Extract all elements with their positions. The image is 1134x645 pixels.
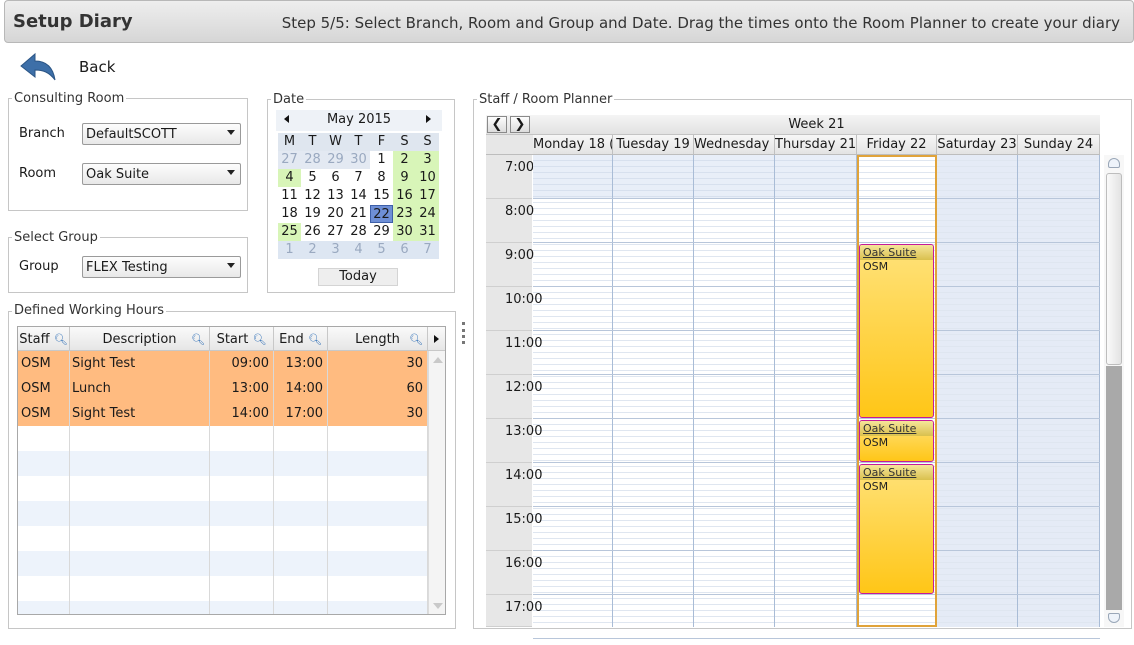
day-header[interactable]: Thursday 21	[775, 135, 857, 155]
time-label: 7:00	[486, 155, 534, 199]
time-label: 13:00	[486, 419, 542, 463]
hour-divider	[533, 506, 1100, 507]
planner-grid: Monday 18 (MTuesday 19Wednesday 2Thursda…	[0, 0, 1134, 645]
off-hours-band	[694, 155, 774, 198]
hour-divider	[533, 594, 1100, 595]
day-column[interactable]	[775, 155, 857, 627]
time-label: 10:00	[486, 287, 542, 331]
day-column[interactable]	[937, 155, 1018, 627]
time-label: 17:00	[486, 595, 542, 627]
day-column[interactable]	[613, 155, 694, 627]
hour-divider	[533, 462, 1100, 463]
hour-divider	[533, 418, 1100, 419]
planner-scrollbar[interactable]	[1104, 155, 1124, 627]
appointment-title: Oak Suite	[860, 245, 933, 260]
hour-divider	[533, 550, 1100, 551]
scrollbar-thumb[interactable]	[1106, 173, 1122, 365]
scrollbar-track[interactable]	[1106, 366, 1122, 610]
time-label: 11:00	[486, 331, 542, 375]
time-label: 15:00	[486, 507, 542, 551]
hour-divider	[533, 286, 1100, 287]
off-hours-band	[533, 155, 612, 198]
day-header[interactable]: Friday 22	[857, 135, 937, 155]
appointment-staff: OSM	[863, 260, 889, 273]
day-header[interactable]: Saturday 23	[937, 135, 1018, 155]
time-label: 12:00	[486, 375, 542, 419]
day-header[interactable]: Tuesday 19	[613, 135, 694, 155]
day-header[interactable]: Wednesday 2	[694, 135, 775, 155]
hour-divider	[533, 638, 1100, 639]
off-hours-band	[775, 155, 856, 198]
appointment-staff: OSM	[863, 436, 889, 449]
day-column[interactable]	[694, 155, 775, 627]
appointment-block[interactable]: Oak Suite OSM	[859, 464, 934, 594]
appointment-block[interactable]: Oak Suite OSM	[859, 244, 934, 418]
day-column[interactable]	[1018, 155, 1100, 627]
hour-divider	[533, 198, 1100, 199]
hour-divider	[533, 330, 1100, 331]
time-label: 16:00	[486, 551, 542, 595]
hour-divider	[533, 242, 1100, 243]
day-column[interactable]	[533, 155, 613, 627]
day-header[interactable]: Monday 18 (M	[533, 135, 613, 155]
appointment-title: Oak Suite	[860, 421, 933, 436]
time-label: 8:00	[486, 199, 534, 243]
time-label: 14:00	[486, 463, 542, 507]
scroll-down-icon[interactable]	[1108, 613, 1120, 623]
appointment-title: Oak Suite	[860, 465, 933, 480]
appointment-block[interactable]: Oak Suite OSM	[859, 420, 934, 462]
day-header[interactable]: Sunday 24	[1018, 135, 1100, 155]
scroll-up-icon[interactable]	[1108, 158, 1120, 168]
appointment-staff: OSM	[863, 480, 889, 493]
off-hours-band	[613, 155, 693, 198]
hour-divider	[533, 374, 1100, 375]
time-label: 9:00	[486, 243, 534, 287]
